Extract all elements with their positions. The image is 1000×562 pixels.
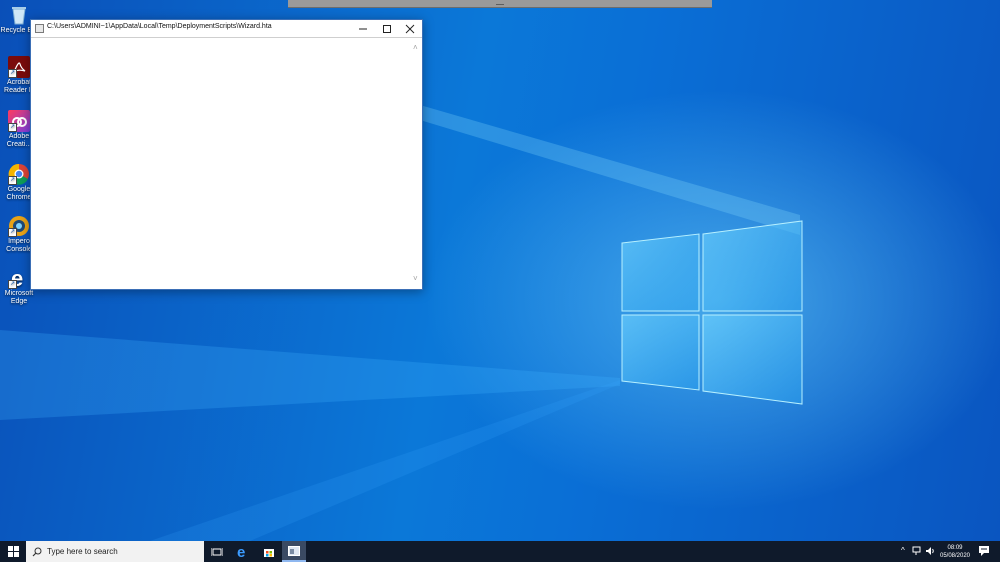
remote-session-bar[interactable] — [288, 0, 712, 8]
clock-date: 05/08/2020 — [939, 553, 971, 559]
creative-cloud-icon: ↗ — [8, 110, 30, 132]
edge-icon: e ↗ — [8, 266, 30, 291]
app-window-icon — [35, 24, 44, 33]
maximize-button[interactable] — [375, 20, 399, 37]
minimize-icon — [359, 28, 367, 29]
shortcut-arrow-icon: ↗ — [8, 176, 17, 185]
recycle-bin-icon — [8, 4, 30, 26]
action-center-notification-icon[interactable] — [978, 545, 990, 557]
clock[interactable]: 08:09 05/08/2020 — [936, 544, 974, 560]
taskbar: Type here to search e ^ 08:09 05/08/2020 — [0, 541, 1000, 562]
close-icon — [405, 24, 415, 33]
system-tray: ^ 08:09 05/08/2020 — [0, 541, 1000, 562]
network-icon[interactable] — [912, 546, 922, 556]
show-hidden-icons-chevron-icon[interactable]: ^ — [901, 546, 905, 555]
window-titlebar[interactable]: C:\Users\ADMINI~1\AppData\Local\Temp\Dep… — [31, 20, 422, 38]
vertical-scrollbar[interactable]: ˄ ˅ — [411, 38, 422, 289]
desktop: Recycle Bin ↗ Acrobat Reader D ↗ Adobe C… — [0, 0, 1000, 541]
impero-console-icon: ↗ — [8, 215, 30, 237]
maximize-icon — [383, 24, 391, 33]
shortcut-arrow-icon: ↗ — [8, 69, 17, 78]
volume-icon[interactable] — [925, 546, 935, 556]
shortcut-arrow-icon: ↗ — [8, 228, 17, 237]
minimize-button[interactable] — [351, 20, 375, 37]
shortcut-arrow-icon: ↗ — [8, 123, 17, 132]
clock-time: 08:09 — [947, 545, 963, 551]
close-button[interactable] — [398, 20, 422, 37]
window-content: ˄ ˅ — [31, 38, 422, 289]
shortcut-arrow-icon: ↗ — [8, 280, 17, 289]
desktop-icon-label: Microsoft Edge — [4, 290, 34, 305]
acrobat-reader-icon: ↗ — [8, 56, 30, 78]
scroll-down-arrow-icon[interactable]: ˅ — [413, 275, 418, 283]
chrome-icon: ↗ — [8, 163, 30, 185]
hta-window[interactable]: C:\Users\ADMINI~1\AppData\Local\Temp\Dep… — [30, 19, 423, 290]
scroll-up-arrow-icon[interactable]: ˄ — [413, 44, 418, 52]
window-title: C:\Users\ADMINI~1\AppData\Local\Temp\Dep… — [47, 23, 272, 30]
